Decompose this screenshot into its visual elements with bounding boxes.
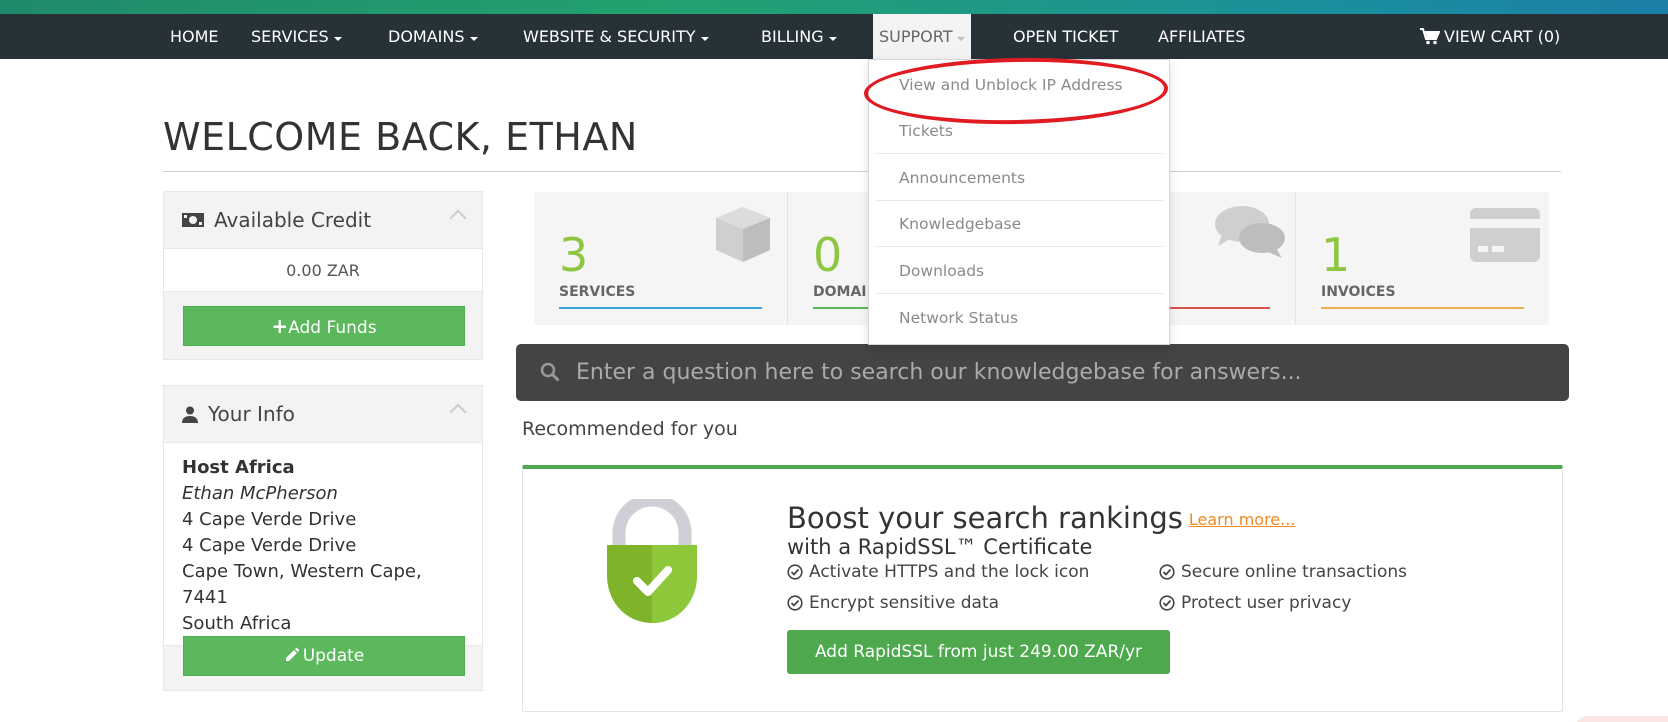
caret-down-icon <box>469 37 478 41</box>
nav-view-cart[interactable]: VIEW CART (0) <box>1420 14 1560 59</box>
search-icon <box>540 362 560 386</box>
chevron-up-icon[interactable] <box>449 403 467 421</box>
caret-down-icon <box>957 37 966 41</box>
dropdown-item-network-status[interactable]: Network Status <box>875 295 1163 341</box>
contact-name: Ethan McPherson <box>182 483 338 504</box>
knowledgebase-search-bar <box>516 344 1569 401</box>
city-line: Cape Town, Western Cape, 7441 <box>182 561 422 608</box>
check-circle-icon <box>1159 595 1175 611</box>
chevron-up-icon[interactable] <box>449 209 467 227</box>
panel-header[interactable]: Available Credit <box>164 192 482 248</box>
caret-down-icon <box>828 37 837 41</box>
stat-count: 0 <box>813 228 843 282</box>
promo-subheadline: with a RapidSSL™ Certificate <box>787 535 1093 559</box>
nav-website-security[interactable]: WEBSITE & SECURITY <box>523 14 709 59</box>
stat-underline <box>1321 307 1524 309</box>
check-circle-icon <box>787 595 803 611</box>
padlock-check-icon <box>603 493 701 631</box>
learn-more-link[interactable]: Learn more... <box>1189 510 1296 529</box>
stat-underline <box>559 307 762 309</box>
address-line-1: 4 Cape Verde Drive <box>182 509 357 530</box>
feature-item: Encrypt sensitive data <box>787 593 999 613</box>
corner-widget[interactable] <box>1574 716 1668 722</box>
nav-support[interactable]: SUPPORT <box>873 14 972 59</box>
cube-icon <box>712 204 774 270</box>
main-navbar: HOME SERVICES DOMAINS WEBSITE & SECURITY… <box>0 14 1668 59</box>
feature-item: Activate HTTPS and the lock icon <box>787 562 1089 582</box>
address-line-2: 4 Cape Verde Drive <box>182 535 357 556</box>
rapidssl-promo-card: Boost your search rankings Learn more... … <box>522 465 1563 712</box>
plus-icon: + <box>271 314 289 338</box>
add-funds-button[interactable]: +Add Funds <box>183 306 465 346</box>
dropdown-item-downloads[interactable]: Downloads <box>875 248 1163 294</box>
company-name: Host Africa <box>182 457 295 478</box>
stat-label: SERVICES <box>559 284 636 300</box>
check-circle-icon <box>787 564 803 580</box>
pencil-icon <box>284 639 300 677</box>
credit-amount: 0.00 ZAR <box>164 248 482 292</box>
caret-down-icon <box>700 37 709 41</box>
page-title: WELCOME BACK, ETHAN <box>163 115 638 159</box>
panel-title: Your Info <box>208 402 295 426</box>
promo-headline: Boost your search rankings Learn more... <box>787 501 1296 535</box>
stat-count: 1 <box>1321 228 1351 282</box>
panel-header[interactable]: Your Info <box>164 386 482 442</box>
stat-count: 3 <box>559 228 589 282</box>
contact-details: Host Africa Ethan McPherson 4 Cape Verde… <box>164 442 482 646</box>
nav-home[interactable]: HOME <box>170 14 219 59</box>
shopping-cart-icon <box>1420 17 1441 62</box>
knowledgebase-search-input[interactable] <box>576 344 1546 401</box>
money-icon <box>182 213 204 227</box>
chat-icon <box>1214 204 1286 266</box>
nav-billing[interactable]: BILLING <box>761 14 837 59</box>
available-credit-panel: Available Credit 0.00 ZAR +Add Funds <box>163 191 483 360</box>
stat-label: INVOICES <box>1321 284 1396 300</box>
add-rapidssl-button[interactable]: Add RapidSSL from just 249.00 ZAR/yr <box>787 630 1170 674</box>
panel-title: Available Credit <box>214 208 372 232</box>
stat-tile-invoices[interactable]: 1 INVOICES <box>1296 192 1550 325</box>
dropdown-item-knowledgebase[interactable]: Knowledgebase <box>875 201 1163 247</box>
nav-domains[interactable]: DOMAINS <box>388 14 478 59</box>
caret-down-icon <box>333 37 342 41</box>
stat-tile-services[interactable]: 3 SERVICES <box>534 192 788 325</box>
dropdown-item-announcements[interactable]: Announcements <box>875 155 1163 201</box>
your-info-panel: Your Info Host Africa Ethan McPherson 4 … <box>163 385 483 691</box>
user-icon <box>182 406 198 423</box>
feature-item: Protect user privacy <box>1159 593 1351 613</box>
top-gradient-band <box>0 0 1668 14</box>
feature-item: Secure online transactions <box>1159 562 1407 582</box>
credit-card-icon <box>1470 208 1540 266</box>
stat-label: DOMAI <box>813 284 867 300</box>
nav-services[interactable]: SERVICES <box>251 14 342 59</box>
update-button[interactable]: Update <box>183 636 465 676</box>
nav-affiliates[interactable]: AFFILIATES <box>1158 14 1245 59</box>
recommended-heading: Recommended for you <box>522 418 738 440</box>
country: South Africa <box>182 613 292 634</box>
title-divider <box>163 171 1561 172</box>
nav-open-ticket[interactable]: OPEN TICKET <box>1013 14 1118 59</box>
check-circle-icon <box>1159 564 1175 580</box>
